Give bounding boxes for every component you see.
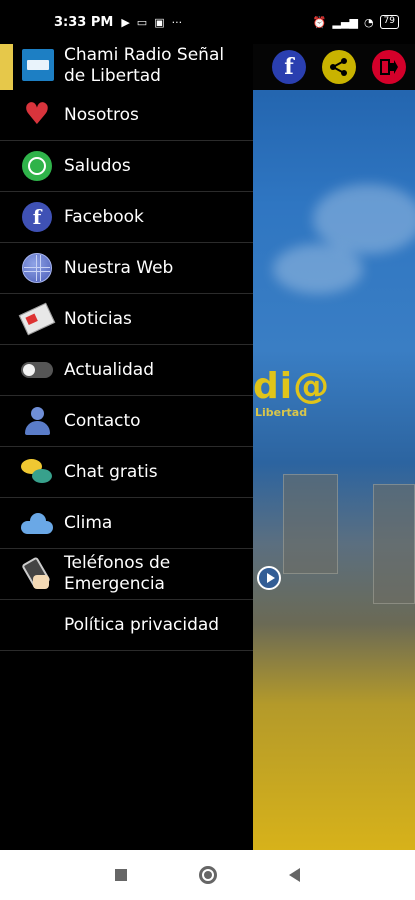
- heart-icon: ♥: [23, 97, 51, 132]
- cloud-icon: [21, 507, 53, 539]
- recents-button[interactable]: [115, 869, 127, 881]
- facebook-icon: f: [284, 54, 294, 80]
- menu-item-noticias[interactable]: Noticias: [0, 294, 253, 345]
- menu-item-label: Actualidad: [64, 359, 154, 380]
- sky-cloud: [313, 184, 415, 254]
- share-icon: [330, 58, 347, 76]
- menu-item-telefonos-emergencia[interactable]: Teléfonos de Emergencia: [0, 549, 253, 600]
- menu-item-label: Política privacidad: [64, 614, 220, 635]
- menu-item-label: Nuestra Web: [64, 257, 174, 278]
- building-image: [283, 474, 338, 574]
- menu-item-label: Nosotros: [64, 104, 139, 125]
- building-image: [373, 484, 415, 604]
- station-logo-subtitle: Libertad: [255, 406, 308, 419]
- menu-item-nosotros[interactable]: ♥ Nosotros: [0, 90, 253, 141]
- battery-indicator: 79: [379, 15, 399, 29]
- globe-icon: [21, 252, 53, 284]
- play-icon: ▶: [121, 15, 130, 29]
- youtube-icon: ▣: [154, 15, 165, 29]
- menu-item-nuestra-web[interactable]: Nuestra Web: [0, 243, 253, 294]
- menu-item-clima[interactable]: Clima: [0, 498, 253, 549]
- menu-item-label: Facebook: [64, 206, 144, 227]
- whatsapp-icon: [21, 150, 53, 182]
- menu-item-facebook[interactable]: f Facebook: [0, 192, 253, 243]
- system-nav-bar: [0, 850, 415, 900]
- toggle-icon: [21, 354, 53, 386]
- chat-icon: [21, 456, 53, 488]
- sky-cloud: [273, 244, 363, 294]
- drawer-accent-bar: [0, 44, 13, 90]
- wifi-icon: ◔: [363, 15, 374, 29]
- menu-item-label: Saludos: [64, 155, 131, 176]
- menu-item-politica-privacidad[interactable]: Política privacidad: [0, 600, 253, 651]
- home-button[interactable]: [199, 866, 217, 884]
- laptop-icon: ▭: [136, 15, 148, 29]
- facebook-share-button[interactable]: f: [272, 50, 306, 84]
- signal-icon: ▂▄▆: [332, 15, 358, 29]
- facebook-icon: f: [21, 201, 53, 233]
- back-button[interactable]: [289, 868, 300, 882]
- status-time: 3:33 PM: [54, 14, 114, 30]
- play-button[interactable]: [257, 566, 281, 590]
- status-bar: 3:33 PM ▶ ▭ ▣ ··· ⏰ ▂▄▆ ◔ 79: [0, 0, 415, 44]
- menu-item-actualidad[interactable]: Actualidad: [0, 345, 253, 396]
- station-logo-text: di@: [253, 366, 331, 407]
- menu-item-label: Noticias: [64, 308, 132, 329]
- app-logo-icon: [22, 49, 54, 81]
- exit-button[interactable]: [372, 50, 406, 84]
- menu-item-label: Teléfonos de Emergencia: [64, 553, 171, 594]
- exit-icon: [380, 59, 398, 75]
- menu-item-saludos[interactable]: Saludos: [0, 141, 253, 192]
- alarm-icon: ⏰: [312, 15, 327, 29]
- drawer-title: Chami Radio Señal de Libertad: [64, 45, 225, 86]
- newspaper-icon: [18, 302, 56, 336]
- menu-item-chat-gratis[interactable]: Chat gratis: [0, 447, 253, 498]
- more-icon: ···: [171, 15, 183, 29]
- phone-icon: [21, 558, 53, 590]
- menu-item-contacto[interactable]: Contacto: [0, 396, 253, 447]
- menu-item-label: Clima: [64, 512, 113, 533]
- navigation-drawer: Chami Radio Señal de Libertad ♥ Nosotros…: [0, 44, 253, 850]
- menu-item-label: Contacto: [64, 410, 141, 431]
- menu-item-label: Chat gratis: [64, 461, 158, 482]
- contact-icon: [21, 405, 53, 437]
- drawer-menu: ♥ Nosotros Saludos f Facebook Nuestra We…: [0, 90, 253, 651]
- share-button[interactable]: [322, 50, 356, 84]
- drawer-header: Chami Radio Señal de Libertad: [0, 44, 253, 90]
- app-background: di@ Libertad: [253, 44, 415, 850]
